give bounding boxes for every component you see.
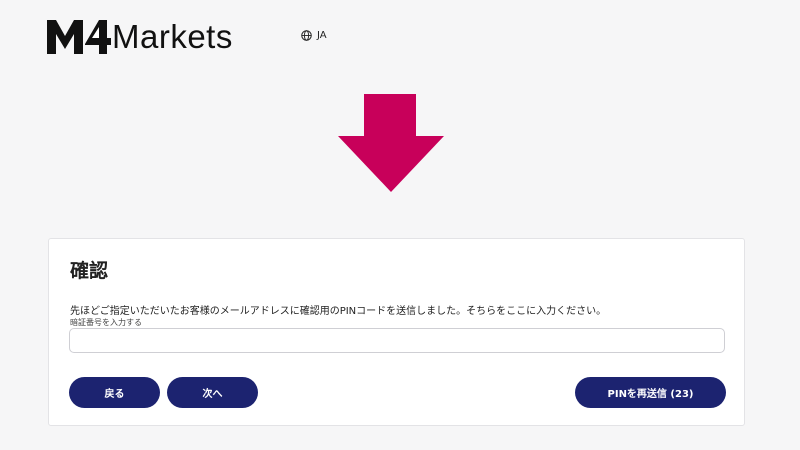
brand-logo[interactable]: Markets [47,14,233,58]
arrow-down-icon [338,94,444,192]
m4-logo-mark-icon [47,20,111,54]
globe-icon [301,30,312,41]
confirmation-card: 確認 先ほどご指定いただいたお客様のメールアドレスに確認用のPINコードを送信し… [48,238,745,426]
pin-input[interactable] [69,328,725,353]
back-button[interactable]: 戻る [69,377,160,408]
language-selector[interactable]: JA [301,30,327,41]
language-label: JA [317,30,327,41]
resend-pin-button[interactable]: PINを再送信 (23) [575,377,726,408]
confirmation-message: 先ほどご指定いただいたお客様のメールアドレスに確認用のPINコードを送信しました… [70,306,607,317]
next-button[interactable]: 次へ [167,377,258,408]
brand-name: Markets [112,17,233,55]
card-title: 確認 [70,260,109,282]
pin-field-label: 暗証番号を入力する [70,318,142,327]
